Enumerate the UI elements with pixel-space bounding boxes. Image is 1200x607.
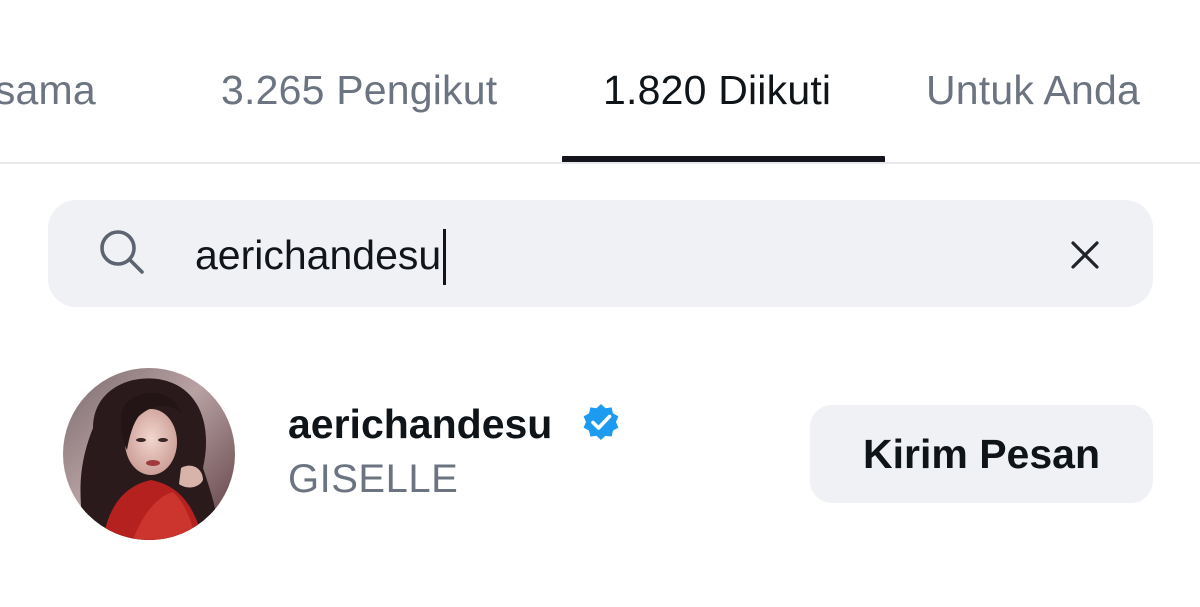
search-input[interactable]: aerichandesu: [195, 226, 441, 284]
following-page: ersama 3.265 Pengikut 1.820 Diikuti Untu…: [0, 0, 1200, 607]
tab-for-you[interactable]: Untuk Anda: [926, 66, 1140, 114]
avatar[interactable]: [63, 368, 235, 540]
search-icon: [100, 230, 144, 274]
text-caret: [443, 229, 446, 285]
tab-following[interactable]: 1.820 Diikuti: [603, 66, 831, 114]
tab-bar: ersama 3.265 Pengikut 1.820 Diikuti Untu…: [0, 0, 1200, 164]
tab-followers-you-know[interactable]: ersama: [0, 66, 96, 114]
send-message-button[interactable]: Kirim Pesan: [810, 405, 1153, 503]
tab-bar-divider: [0, 162, 1200, 164]
verified-badge-icon: [583, 404, 619, 440]
result-display-name: GISELLE: [288, 457, 459, 501]
avatar-image: [63, 368, 235, 540]
result-username[interactable]: aerichandesu: [288, 398, 552, 450]
tab-followers[interactable]: 3.265 Pengikut: [221, 66, 497, 114]
close-icon[interactable]: [1066, 236, 1104, 274]
